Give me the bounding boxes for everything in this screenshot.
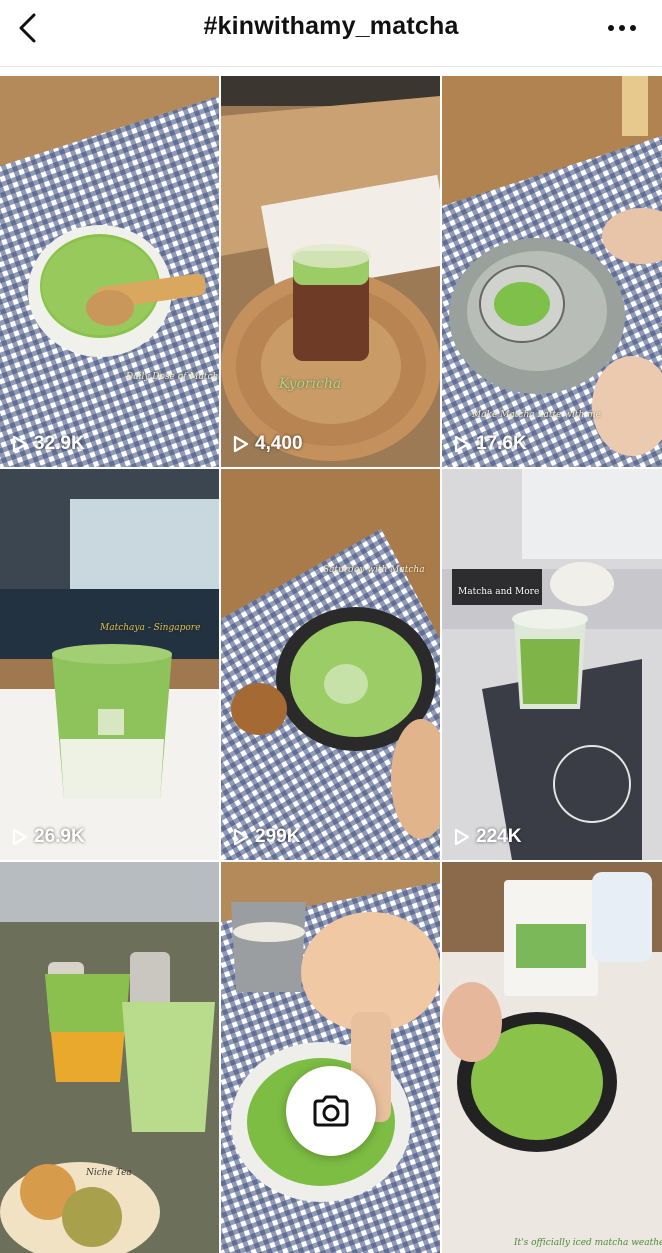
view-count-label: 4,400	[255, 433, 303, 454]
view-count-label: 32.9K	[34, 433, 85, 454]
play-icon	[12, 828, 28, 846]
video-caption: Kyoricha	[279, 376, 342, 392]
video-caption: Saturday with Matcha	[323, 565, 425, 575]
play-icon	[233, 828, 249, 846]
video-caption: Make Matcha Latte with me	[472, 410, 601, 420]
chevron-left-icon	[19, 13, 36, 43]
thumbnail-image	[442, 862, 662, 1253]
play-icon	[233, 435, 249, 453]
video-caption: Matcha and More	[458, 587, 540, 597]
play-icon	[454, 435, 470, 453]
video-tile[interactable]	[221, 862, 440, 1253]
thumbnail-image	[442, 469, 662, 860]
video-caption: Daily Dose of Matcha	[126, 372, 219, 382]
video-caption: Niche Tea	[86, 1168, 132, 1178]
video-tile[interactable]: Make Matcha Latte with me 17.6K	[442, 76, 662, 467]
view-count: 299K	[233, 826, 300, 848]
video-tile[interactable]: Daily Dose of Matcha 32.9K	[0, 76, 219, 467]
view-count: 32.9K	[12, 433, 85, 455]
view-count-label: 17.6K	[476, 433, 527, 454]
more-horizontal-icon	[608, 25, 636, 31]
view-count: 17.6K	[454, 433, 527, 455]
top-bar: #kinwithamy_matcha	[0, 0, 662, 67]
thumbnail-image	[0, 862, 219, 1253]
thumbnail-image	[221, 76, 440, 467]
thumbnail-image	[0, 76, 219, 467]
more-options-button[interactable]	[604, 14, 640, 42]
video-tile[interactable]: Matcha and More 224K	[442, 469, 662, 860]
video-tile[interactable]: Saturday with Matcha 299K	[221, 469, 440, 860]
video-caption: It's officially iced matcha weather	[514, 1238, 662, 1248]
video-tile[interactable]: Matchaya - Singapore 26.9K	[0, 469, 219, 860]
thumbnail-image	[0, 469, 219, 860]
play-icon	[454, 828, 470, 846]
thumbnail-image	[221, 469, 440, 860]
view-count: 224K	[454, 826, 521, 848]
view-count: 4,400	[233, 433, 303, 455]
view-count: 26.9K	[12, 826, 85, 848]
thumbnail-image	[221, 862, 440, 1253]
video-tile[interactable]: It's officially iced matcha weather	[442, 862, 662, 1253]
camera-icon	[313, 1095, 349, 1127]
play-icon	[12, 435, 28, 453]
video-caption: Matchaya - Singapore	[100, 623, 201, 633]
back-button[interactable]	[8, 8, 48, 48]
page-title: #kinwithamy_matcha	[203, 12, 459, 40]
video-tile[interactable]: Niche Tea	[0, 862, 219, 1253]
view-count-label: 299K	[255, 826, 301, 847]
video-tile[interactable]: Kyoricha 4,400	[221, 76, 440, 467]
view-count-label: 26.9K	[34, 826, 85, 847]
view-count-label: 224K	[476, 826, 522, 847]
camera-button[interactable]	[286, 1066, 376, 1156]
thumbnail-image	[442, 76, 662, 467]
